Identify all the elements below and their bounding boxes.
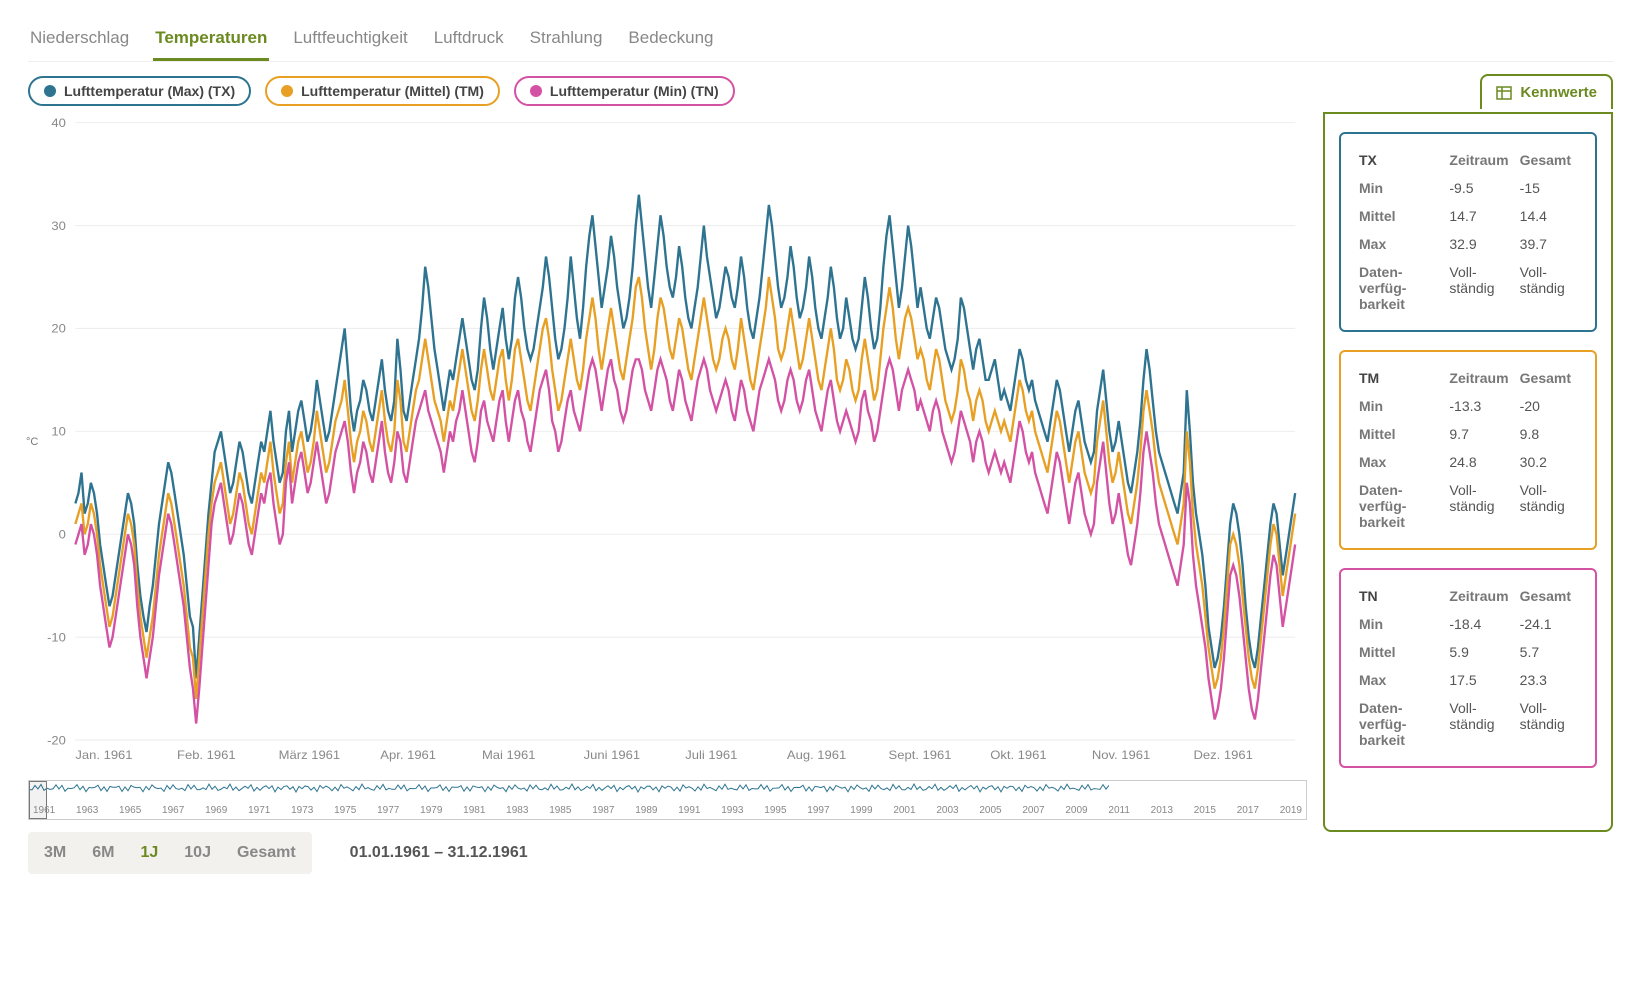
tab-temperaturen[interactable]: Temperaturen bbox=[153, 20, 269, 61]
svg-text:Dez. 1961: Dez. 1961 bbox=[1194, 749, 1253, 762]
svg-text:Aug. 1961: Aug. 1961 bbox=[787, 749, 846, 762]
table-icon bbox=[1496, 85, 1512, 101]
svg-text:Jan. 1961: Jan. 1961 bbox=[75, 749, 132, 762]
svg-text:20: 20 bbox=[51, 322, 66, 335]
kennwerte-tab[interactable]: Kennwerte bbox=[1480, 74, 1613, 109]
series-legend: Lufttemperatur (Max) (TX) Lufttemperatur … bbox=[28, 76, 1613, 106]
range-button-3M[interactable]: 3M bbox=[32, 836, 78, 870]
tab-luftdruck[interactable]: Luftdruck bbox=[432, 20, 506, 61]
timeline-overview[interactable]: 1961196319651967196919711973197519771979… bbox=[28, 780, 1307, 820]
range-button-6M[interactable]: 6M bbox=[80, 836, 126, 870]
range-buttons: 3M6M1J10JGesamt bbox=[28, 832, 312, 874]
svg-text:10: 10 bbox=[51, 425, 66, 438]
legend-pill-tx[interactable]: Lufttemperatur (Max) (TX) bbox=[28, 76, 251, 106]
svg-text:Juli 1961: Juli 1961 bbox=[685, 749, 737, 762]
svg-text:40: 40 bbox=[51, 117, 66, 130]
chart-area[interactable]: °C -20-10010203040Jan. 1961Feb. 1961März… bbox=[28, 112, 1307, 772]
svg-text:-10: -10 bbox=[47, 631, 66, 644]
date-range-label: 01.01.1961 – 31.12.1961 bbox=[350, 844, 528, 862]
stat-box-tn: TNZeitraumGesamtMin-18.4-24.1Mittel5.95.… bbox=[1339, 568, 1597, 768]
stat-box-tm: TMZeitraumGesamtMin-13.3-20Mittel9.79.8M… bbox=[1339, 350, 1597, 550]
svg-text:Mai 1961: Mai 1961 bbox=[482, 749, 536, 762]
tab-luftfeuchtigkeit[interactable]: Luftfeuchtigkeit bbox=[291, 20, 409, 61]
tab-niederschlag[interactable]: Niederschlag bbox=[28, 20, 131, 61]
tab-strahlung[interactable]: Strahlung bbox=[528, 20, 605, 61]
svg-text:Juni 1961: Juni 1961 bbox=[584, 749, 641, 762]
svg-text:Apr. 1961: Apr. 1961 bbox=[380, 749, 436, 762]
kennwerte-panel: TXZeitraumGesamtMin-9.5-15Mittel14.714.4… bbox=[1323, 112, 1613, 832]
svg-text:Feb. 1961: Feb. 1961 bbox=[177, 749, 236, 762]
svg-text:Sept. 1961: Sept. 1961 bbox=[889, 749, 952, 762]
range-button-1J[interactable]: 1J bbox=[128, 836, 170, 870]
legend-pill-tm[interactable]: Lufttemperatur (Mittel) (TM) bbox=[265, 76, 500, 106]
svg-text:März 1961: März 1961 bbox=[279, 749, 341, 762]
parameter-tabs: Niederschlag Temperaturen Luftfeuchtigkeit… bbox=[28, 20, 1613, 62]
tab-bedeckung[interactable]: Bedeckung bbox=[626, 20, 715, 61]
svg-text:30: 30 bbox=[51, 219, 66, 232]
stat-box-tx: TXZeitraumGesamtMin-9.5-15Mittel14.714.4… bbox=[1339, 132, 1597, 332]
svg-text:-20: -20 bbox=[47, 734, 66, 747]
svg-text:Nov. 1961: Nov. 1961 bbox=[1092, 749, 1150, 762]
legend-pill-tn[interactable]: Lufttemperatur (Min) (TN) bbox=[514, 76, 735, 106]
range-button-10J[interactable]: 10J bbox=[172, 836, 223, 870]
range-button-Gesamt[interactable]: Gesamt bbox=[225, 836, 308, 870]
svg-text:Okt. 1961: Okt. 1961 bbox=[990, 749, 1047, 762]
timeline-year-ticks: 1961196319651967196919711973197519771979… bbox=[29, 805, 1306, 816]
svg-text:0: 0 bbox=[59, 528, 66, 541]
